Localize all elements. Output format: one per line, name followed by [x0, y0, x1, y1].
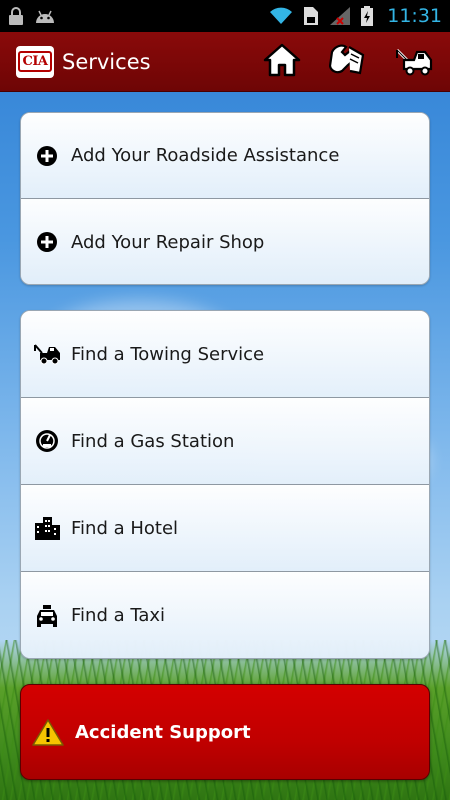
tow-truck-icon	[33, 340, 61, 368]
accident-support-label: Accident Support	[75, 721, 251, 743]
tow-truck-button[interactable]	[394, 42, 434, 82]
tow-truck-icon	[394, 42, 434, 82]
action-bar: CIA Services	[0, 32, 450, 92]
accident-support-button[interactable]: Accident Support	[20, 684, 430, 780]
add-repair-shop-item[interactable]: Add Your Repair Shop	[21, 199, 429, 284]
taxi-icon	[33, 602, 61, 630]
logo-text: CIA	[18, 51, 52, 72]
find-services-card: Find a Towing Service Find a Gas Station…	[20, 310, 430, 659]
find-taxi-item[interactable]: Find a Taxi	[21, 572, 429, 658]
sim-card-icon	[303, 6, 319, 26]
app-logo[interactable]: CIA	[16, 45, 54, 78]
warning-icon	[31, 717, 65, 747]
list-item-label: Find a Gas Station	[71, 430, 235, 452]
android-icon	[34, 7, 56, 25]
status-time: 11:31	[387, 5, 442, 27]
gauge-icon	[33, 427, 61, 455]
list-item-label: Find a Taxi	[71, 605, 166, 626]
page-title: Services	[62, 49, 151, 74]
list-item-label: Add Your Roadside Assistance	[71, 145, 340, 166]
add-services-card: Add Your Roadside Assistance Add Your Re…	[20, 112, 430, 285]
find-towing-service-item[interactable]: Find a Towing Service	[21, 311, 429, 398]
find-gas-station-item[interactable]: Find a Gas Station	[21, 398, 429, 485]
status-bar: 11:31	[0, 0, 450, 32]
lock-icon	[8, 7, 24, 25]
add-roadside-assistance-item[interactable]: Add Your Roadside Assistance	[21, 113, 429, 199]
contact-button[interactable]	[328, 42, 368, 82]
battery-icon	[361, 6, 374, 26]
signal-icon	[329, 6, 351, 26]
home-icon	[263, 42, 301, 82]
list-item-label: Find a Hotel	[71, 517, 179, 539]
plus-circle-icon	[33, 142, 61, 170]
list-item-label: Find a Towing Service	[71, 343, 265, 365]
hotel-icon	[33, 514, 61, 542]
home-button[interactable]	[262, 42, 302, 82]
list-item-label: Add Your Repair Shop	[71, 231, 265, 253]
handshake-phone-icon	[328, 42, 367, 82]
wifi-icon	[269, 7, 293, 25]
find-hotel-item[interactable]: Find a Hotel	[21, 485, 429, 572]
plus-circle-icon	[33, 228, 61, 256]
